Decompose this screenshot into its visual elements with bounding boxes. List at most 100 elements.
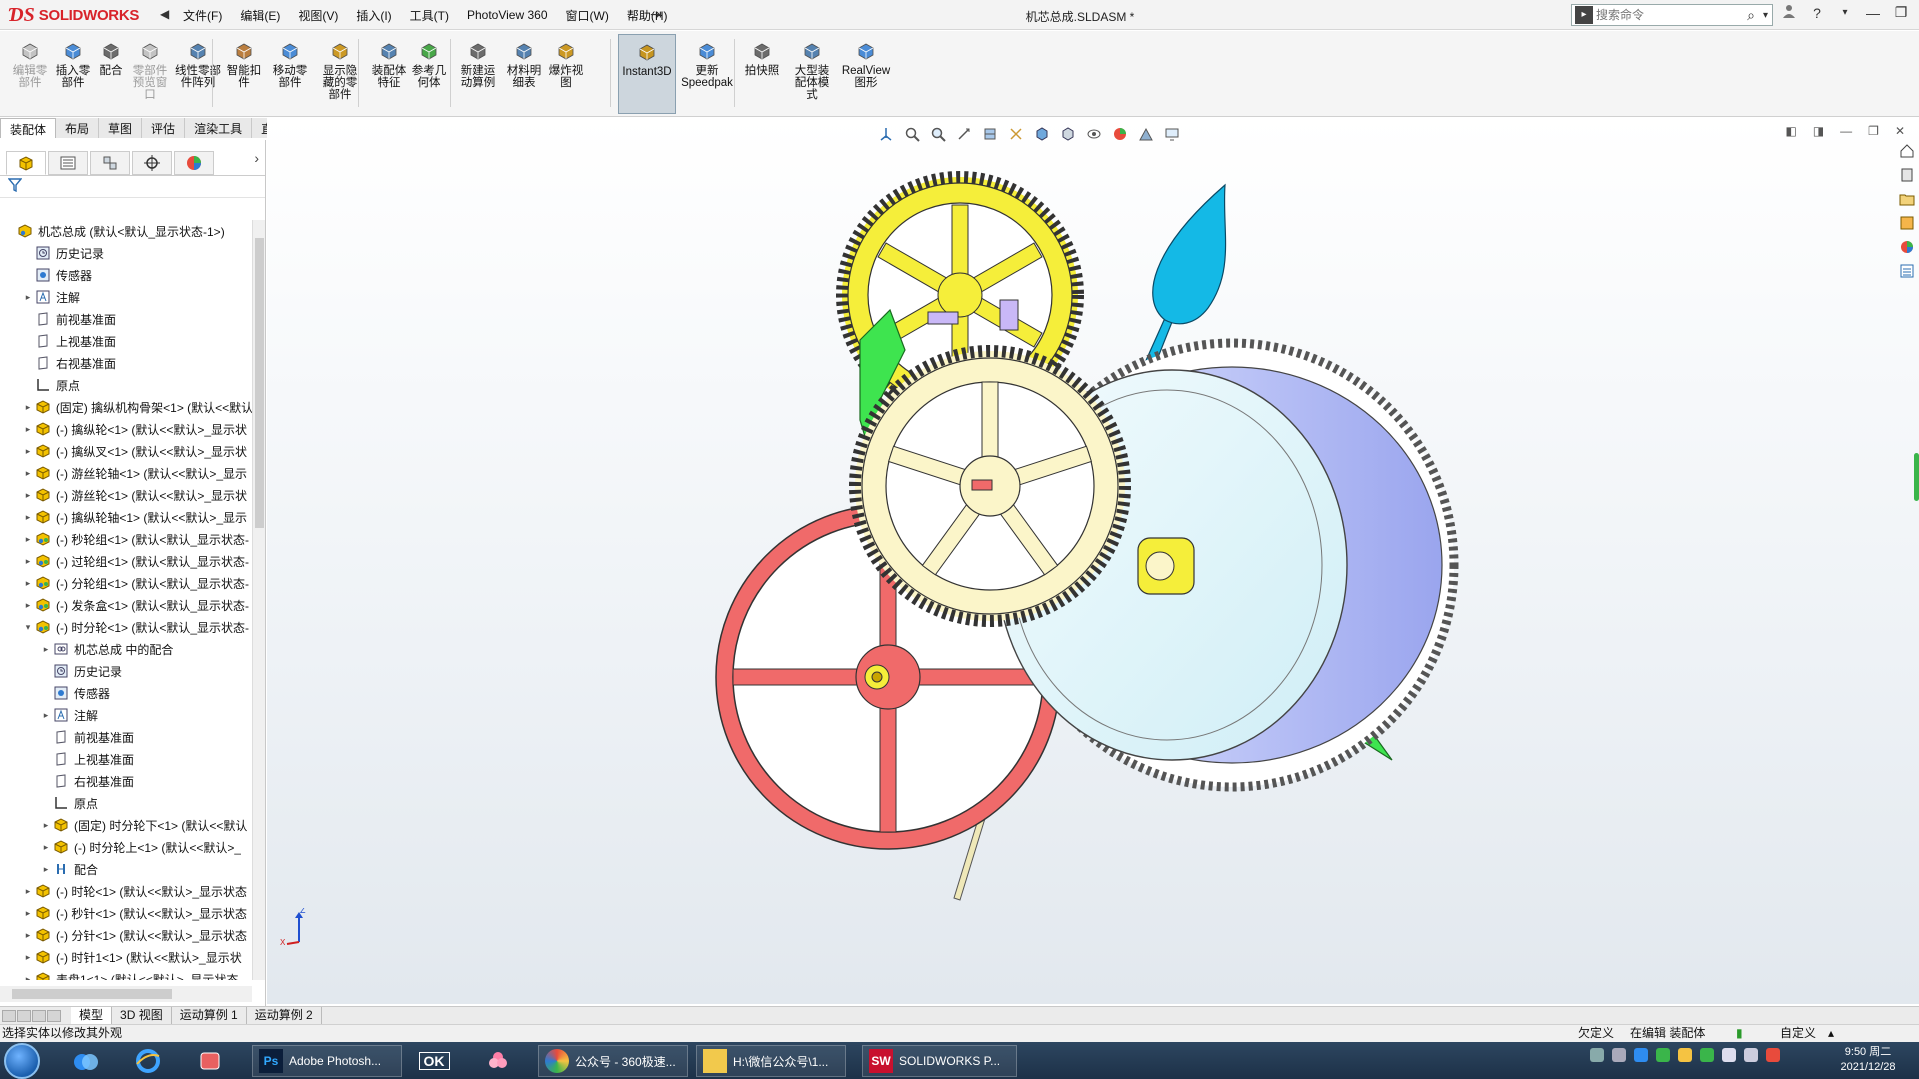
expand-arrow-icon[interactable]: ▸ <box>22 974 34 981</box>
user-icon[interactable] <box>1780 4 1798 21</box>
search-input[interactable] <box>1596 8 1744 22</box>
ribbon-button-8[interactable]: 装配体 特征 <box>368 34 410 114</box>
volume-icon[interactable] <box>1722 1048 1736 1062</box>
tree-item[interactable]: ▾ (-) 时分轮<1> (默认<默认_显示状态- <box>0 616 252 638</box>
tree-item[interactable]: 原点 <box>0 374 252 396</box>
expand-arrow-icon[interactable]: ▸ <box>22 292 34 303</box>
tree-item[interactable]: ▸ (-) 擒纵轮<1> (默认<<默认>_显示状 <box>0 418 252 440</box>
tree-item[interactable]: 前视基准面 <box>0 308 252 330</box>
expand-arrow-icon[interactable]: ▸ <box>22 908 34 919</box>
expand-arrow-icon[interactable]: ▸ <box>22 512 34 523</box>
ribbon-button-0[interactable]: 编辑零 部件 <box>10 34 50 114</box>
taskbar-app-3[interactable]: SW SOLIDWORKS P... <box>862 1045 1017 1077</box>
expand-arrow-icon[interactable]: ▸ <box>22 952 34 963</box>
restore-icon[interactable]: ❐ <box>1892 4 1910 21</box>
taskbar-app-2[interactable]: H:\微信公众号\1... <box>696 1045 846 1077</box>
tree-item[interactable]: 传感器 <box>0 264 252 286</box>
tree-filter[interactable] <box>0 176 265 198</box>
expand-arrow-icon[interactable]: ▸ <box>22 534 34 545</box>
network-icon[interactable] <box>1744 1048 1758 1062</box>
help-icon[interactable]: ? <box>1808 5 1826 21</box>
configuration-manager-tab-icon[interactable] <box>90 151 130 175</box>
tree-item[interactable]: ▸ (-) 擒纵轮轴<1> (默认<<默认>_显示 <box>0 506 252 528</box>
qq-tray-icon[interactable] <box>1678 1048 1692 1062</box>
ribbon-button-16[interactable]: 大型装 配体模 式 <box>790 34 834 114</box>
tree-item[interactable]: 原点 <box>0 792 252 814</box>
expand-arrow-icon[interactable]: ▸ <box>22 446 34 457</box>
help-dropdown-icon[interactable]: ▾ <box>1836 7 1854 18</box>
expand-arrow-icon[interactable]: ▸ <box>40 710 52 721</box>
tree-item[interactable]: ▸ (固定) 时分轮下<1> (默认<<默认 <box>0 814 252 836</box>
menu-item-3[interactable]: 插入(I) <box>348 3 399 28</box>
notification-icon[interactable] <box>1766 1048 1780 1062</box>
menu-item-7[interactable]: 帮助(H) <box>619 3 676 28</box>
solidworks-logo[interactable]: ƊS SOLIDWORKS <box>8 3 156 27</box>
menu-item-5[interactable]: PhotoView 360 <box>459 4 556 26</box>
tree-item[interactable]: ▸ 表盘1<1> (默认<<默认>_显示状态 <box>0 968 252 980</box>
menu-collapse-icon[interactable]: ◀ <box>160 7 169 21</box>
tree-item[interactable]: ▸ (-) 游丝轮<1> (默认<<默认>_显示状 <box>0 484 252 506</box>
tree-item[interactable]: ▸ 机芯总成 中的配合 <box>0 638 252 660</box>
expand-arrow-icon[interactable]: ▸ <box>22 930 34 941</box>
menu-item-1[interactable]: 编辑(E) <box>232 3 288 28</box>
menu-item-6[interactable]: 窗口(W) <box>558 3 617 28</box>
ribbon-button-5[interactable]: 智能扣 件 <box>224 34 264 114</box>
display-manager-tab-icon[interactable] <box>174 151 214 175</box>
property-manager-tab-icon[interactable] <box>48 151 88 175</box>
menu-item-0[interactable]: 文件(F) <box>175 3 230 28</box>
tree-item[interactable]: 右视基准面 <box>0 770 252 792</box>
keyboard-icon[interactable] <box>1590 1048 1604 1062</box>
search-dropdown-icon[interactable]: ▾ <box>1759 10 1772 21</box>
ribbon-button-10[interactable]: 新建运 动算例 <box>458 34 498 114</box>
tree-item[interactable]: ▸ (-) 擒纵叉<1> (默认<<默认>_显示状 <box>0 440 252 462</box>
bottom-tab-1[interactable]: 3D 视图 <box>112 1006 172 1025</box>
ribbon-button-15[interactable]: 拍快照 <box>742 34 782 114</box>
ribbon-button-13[interactable]: Instant3D <box>618 34 676 114</box>
expand-arrow-icon[interactable]: ▸ <box>40 842 52 853</box>
flower-app-icon[interactable] <box>476 1045 520 1077</box>
search-icon[interactable]: ⌕ <box>1743 7 1759 24</box>
chevron-right-icon[interactable]: › <box>254 150 259 166</box>
tree-vertical-scrollbar[interactable] <box>252 220 265 980</box>
graphics-area[interactable]: ◧ ◨ — ❐ ✕ Z X <box>267 118 1919 1004</box>
tree-item[interactable]: ▸ (-) 分针<1> (默认<<默认>_显示状态 <box>0 924 252 946</box>
expand-arrow-icon[interactable]: ▸ <box>40 644 52 655</box>
tree-item[interactable]: 上视基准面 <box>0 748 252 770</box>
command-tab-4[interactable]: 渲染工具 <box>185 118 253 138</box>
tree-item[interactable]: 右视基准面 <box>0 352 252 374</box>
search-mode-icon[interactable]: ▸ <box>1575 6 1593 24</box>
ie-browser-icon[interactable] <box>126 1045 170 1077</box>
units-status[interactable]: 自定义 <box>1780 1025 1816 1042</box>
wechat-tray-icon[interactable] <box>1656 1048 1670 1062</box>
tree-item[interactable]: ▸ (-) 秒针<1> (默认<<默认>_显示状态 <box>0 902 252 924</box>
last-tab-icon[interactable] <box>47 1009 61 1022</box>
cream-gear[interactable] <box>849 345 1131 627</box>
bottom-tab-0[interactable]: 模型 <box>71 1006 113 1025</box>
expand-arrow-icon[interactable]: ▸ <box>22 468 34 479</box>
taskbar-app-1[interactable]: 公众号 - 360极速... <box>538 1045 688 1077</box>
filter-icon[interactable] <box>7 178 23 195</box>
ribbon-button-3[interactable]: 零部件 预览窗 口 <box>130 34 170 114</box>
tree-item[interactable]: 上视基准面 <box>0 330 252 352</box>
scrollbar-thumb[interactable] <box>12 989 172 999</box>
ribbon-button-2[interactable]: 配合 <box>96 34 126 114</box>
taskbar-app-0[interactable]: Ps Adobe Photosh... <box>252 1045 402 1077</box>
tree-item[interactable]: ▸ (-) 时针1<1> (默认<<默认>_显示状 <box>0 946 252 968</box>
expand-arrow-icon[interactable]: ▸ <box>22 490 34 501</box>
tray-expand-icon[interactable] <box>1612 1048 1626 1062</box>
taskbar-clock[interactable]: 9:50 周二 2021/12/28 <box>1828 1045 1908 1075</box>
expand-arrow-icon[interactable]: ▸ <box>22 402 34 413</box>
baidu-netdisk-icon[interactable] <box>64 1045 108 1077</box>
tree-item[interactable]: ▸ 配合 <box>0 858 252 880</box>
command-tab-3[interactable]: 评估 <box>142 118 186 138</box>
command-tab-2[interactable]: 草图 <box>99 118 143 138</box>
command-tab-0[interactable]: 装配体 <box>0 118 57 138</box>
tree-item[interactable]: ▸ (-) 发条盒<1> (默认<默认_显示状态- <box>0 594 252 616</box>
screenshot-tool-icon[interactable] <box>188 1045 232 1077</box>
expand-arrow-icon[interactable]: ▸ <box>22 600 34 611</box>
security-tray-icon[interactable] <box>1634 1048 1648 1062</box>
expand-arrow-icon[interactable]: ▸ <box>40 864 52 875</box>
collapse-arrow-icon[interactable]: ▾ <box>22 622 34 633</box>
clock-movement-model[interactable] <box>267 118 1919 1004</box>
start-button[interactable] <box>4 1043 40 1079</box>
